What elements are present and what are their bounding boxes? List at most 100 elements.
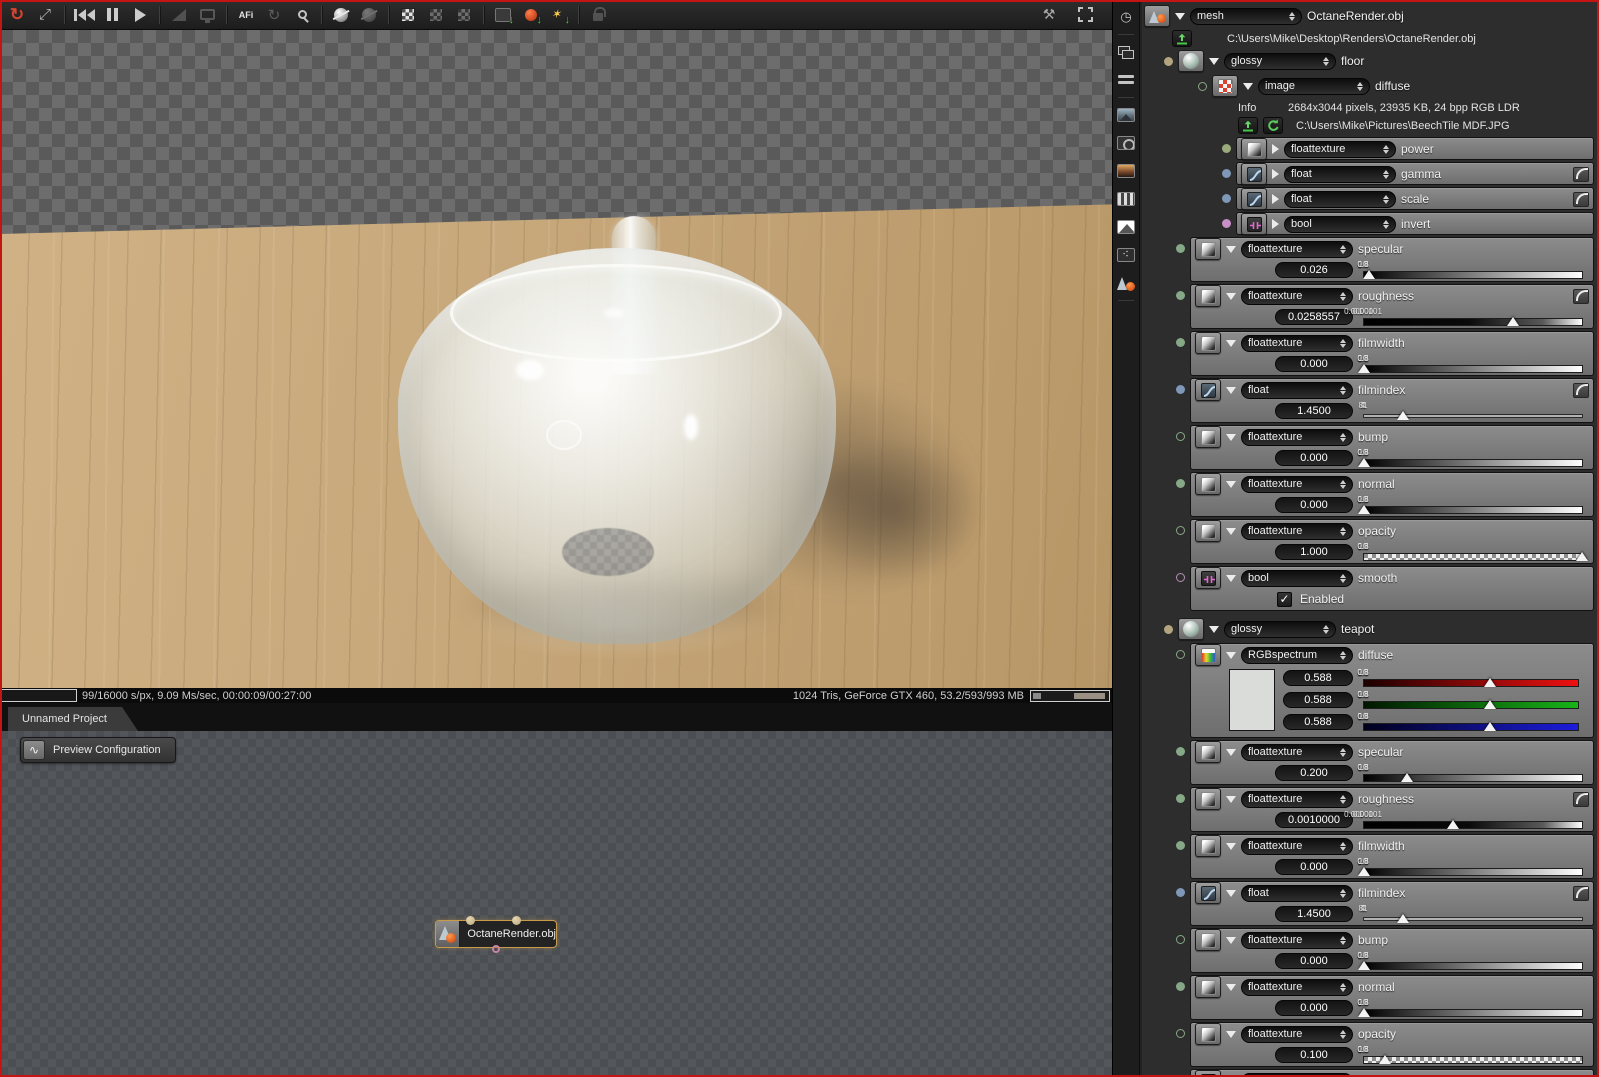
collapse-arrow-icon[interactable] — [1226, 339, 1236, 347]
node-type-dropdown[interactable]: floattexture — [1241, 743, 1353, 761]
floor-filmwidth-slider[interactable]: 0 0.2 0.4 0.6 0.8 1 — [1357, 354, 1583, 374]
pin-connection-dot[interactable] — [1176, 935, 1185, 944]
collapse-arrow-icon[interactable] — [1226, 292, 1236, 300]
display-button[interactable] — [194, 3, 220, 27]
pin-connection-dot[interactable] — [1176, 1029, 1185, 1038]
node-input-pin[interactable] — [466, 916, 475, 925]
teapot-specular-value[interactable]: 0.200 — [1275, 765, 1353, 781]
collapse-arrow-icon[interactable] — [1226, 889, 1236, 897]
floor-smooth-checkbox[interactable]: ✓ — [1277, 591, 1292, 607]
collapse-arrow-icon[interactable] — [1272, 219, 1279, 229]
floor-filmwidth-value[interactable]: 0.000 — [1275, 356, 1353, 372]
teapot-diffuse-channel-0-value[interactable]: 0.588 — [1283, 670, 1353, 686]
teapot-roughness-value[interactable]: 0.0010000 — [1275, 812, 1353, 828]
pin-connection-dot[interactable] — [1164, 56, 1173, 66]
strip-film-roll-button[interactable] — [1115, 188, 1137, 210]
floor-opacity-value[interactable]: 1.000 — [1275, 544, 1353, 560]
white-balance-off-button[interactable] — [356, 3, 382, 27]
load-file-button[interactable] — [1172, 30, 1192, 47]
node-type-dropdown[interactable]: floattexture — [1241, 1025, 1353, 1043]
lock-view-button[interactable] — [585, 3, 611, 27]
slider-handle[interactable] — [1358, 457, 1371, 467]
teapot-smooth-icon-box[interactable] — [1195, 1070, 1221, 1077]
teapot-bump-slider[interactable]: 0 0.2 0.4 0.6 0.8 1 — [1357, 951, 1583, 971]
pin-connection-dot[interactable] — [1222, 194, 1231, 203]
node-input-pin[interactable] — [512, 916, 521, 925]
teapot-diffuse-channel-2-slider[interactable]: 0 0.2 0.4 0.6 0.8 1 — [1357, 712, 1579, 732]
mesh-node-icon-box[interactable] — [1144, 5, 1170, 27]
teapot-opacity-value[interactable]: 0.100 — [1275, 1047, 1353, 1063]
node-type-dropdown[interactable]: float — [1241, 884, 1353, 902]
refresh-render-button[interactable]: ↻ — [4, 3, 30, 27]
render-settings-button[interactable]: ⚒ — [1036, 3, 1062, 27]
collapse-arrow-icon[interactable] — [1226, 651, 1236, 659]
autofocus-button[interactable]: AFi — [233, 3, 259, 27]
slider-handle[interactable] — [1575, 551, 1588, 561]
export-render-state-button[interactable]: ↓ — [518, 3, 544, 27]
collapse-arrow-icon[interactable] — [1226, 433, 1236, 441]
teapot-normal-value[interactable]: 0.000 — [1275, 1000, 1353, 1016]
restart-button[interactable] — [71, 3, 97, 27]
floor-opacity-icon-box[interactable] — [1195, 520, 1221, 542]
floor-filmindex-value[interactable]: 1.4500 — [1275, 403, 1353, 419]
node-type-dropdown[interactable]: bool — [1284, 215, 1396, 233]
teapot-diffuse-color-swatch[interactable] — [1229, 669, 1275, 731]
collapse-arrow-icon[interactable] — [1209, 625, 1219, 633]
strip-environment-image-button[interactable] — [1115, 104, 1137, 126]
measure-button[interactable] — [166, 3, 192, 27]
teapot-material-icon-box[interactable] — [1178, 618, 1204, 640]
slider-handle[interactable] — [1358, 504, 1371, 514]
export-image-button[interactable]: ↓ — [490, 3, 516, 27]
strip-windows-button[interactable] — [1115, 41, 1137, 63]
strip-camera-button[interactable] — [1115, 132, 1137, 154]
node-type-dropdown[interactable]: floattexture — [1241, 240, 1353, 258]
response-curve-button[interactable] — [1573, 791, 1589, 807]
collapse-arrow-icon[interactable] — [1272, 194, 1279, 204]
response-curve-button[interactable] — [1573, 382, 1589, 398]
node-type-dropdown[interactable]: floattexture — [1241, 475, 1353, 493]
node-output-pin[interactable] — [492, 945, 500, 953]
load-file-button[interactable] — [1238, 117, 1258, 134]
white-balance-button[interactable] — [328, 3, 354, 27]
node-type-dropdown[interactable]: floattexture — [1241, 931, 1353, 949]
floor-bump-slider[interactable]: 0 0.2 0.4 0.6 0.8 1 — [1357, 448, 1583, 468]
pin-connection-dot[interactable] — [1176, 794, 1185, 803]
pin-connection-dot[interactable] — [1222, 144, 1231, 153]
teapot-normal-slider[interactable]: 0 0.2 0.4 0.6 0.8 1 — [1357, 998, 1583, 1018]
fit-view-button[interactable]: ⤢ — [32, 3, 58, 27]
strip-render-target-button[interactable]: ◷ — [1115, 6, 1137, 28]
floor-specular-icon-box[interactable] — [1195, 238, 1221, 260]
pin-connection-dot[interactable] — [1176, 479, 1185, 488]
pin-connection-dot[interactable] — [1164, 624, 1173, 634]
collapse-arrow-icon[interactable] — [1272, 144, 1279, 154]
floor-specular-value[interactable]: 0.026 — [1275, 262, 1353, 278]
floor-normal-icon-box[interactable] — [1195, 473, 1221, 495]
teapot-specular-icon-box[interactable] — [1195, 741, 1221, 763]
teapot-opacity-slider[interactable]: 0 0.2 0.4 0.6 0.8 1 — [1357, 1045, 1583, 1065]
node-type-dropdown[interactable]: glossy — [1224, 52, 1336, 70]
teapot-bump-value[interactable]: 0.000 — [1275, 953, 1353, 969]
collapse-arrow-icon[interactable] — [1226, 795, 1236, 803]
rendered-image[interactable] — [0, 30, 1112, 688]
slider-handle[interactable] — [1506, 316, 1519, 326]
pin-connection-dot[interactable] — [1176, 573, 1185, 582]
collapse-arrow-icon[interactable] — [1226, 527, 1236, 535]
pin-connection-dot[interactable] — [1176, 888, 1185, 897]
pin-connection-dot[interactable] — [1176, 432, 1185, 441]
node-type-dropdown[interactable]: RGBspectrum — [1241, 646, 1353, 664]
floor-bump-value[interactable]: 0.000 — [1275, 450, 1353, 466]
collapse-arrow-icon[interactable] — [1226, 983, 1236, 991]
pick-focus-button[interactable] — [289, 3, 315, 27]
collapse-arrow-icon[interactable] — [1272, 169, 1279, 179]
node-type-dropdown[interactable]: floattexture — [1241, 837, 1353, 855]
strip-histogram-button[interactable] — [1115, 216, 1137, 238]
floor-filmwidth-icon-box[interactable] — [1195, 332, 1221, 354]
teapot-filmwidth-value[interactable]: 0.000 — [1275, 859, 1353, 875]
floor-diffuse-image-icon-box[interactable] — [1212, 75, 1238, 97]
slider-handle[interactable] — [1401, 772, 1413, 782]
teapot-filmindex-slider[interactable]: 1248 — [1359, 904, 1583, 924]
strip-sunset-image-button[interactable] — [1115, 160, 1137, 182]
floor-scale-icon-box[interactable] — [1241, 188, 1267, 210]
tab-unnamed-project[interactable]: Unnamed Project — [8, 707, 138, 731]
node-type-dropdown[interactable]: image — [1258, 77, 1370, 95]
